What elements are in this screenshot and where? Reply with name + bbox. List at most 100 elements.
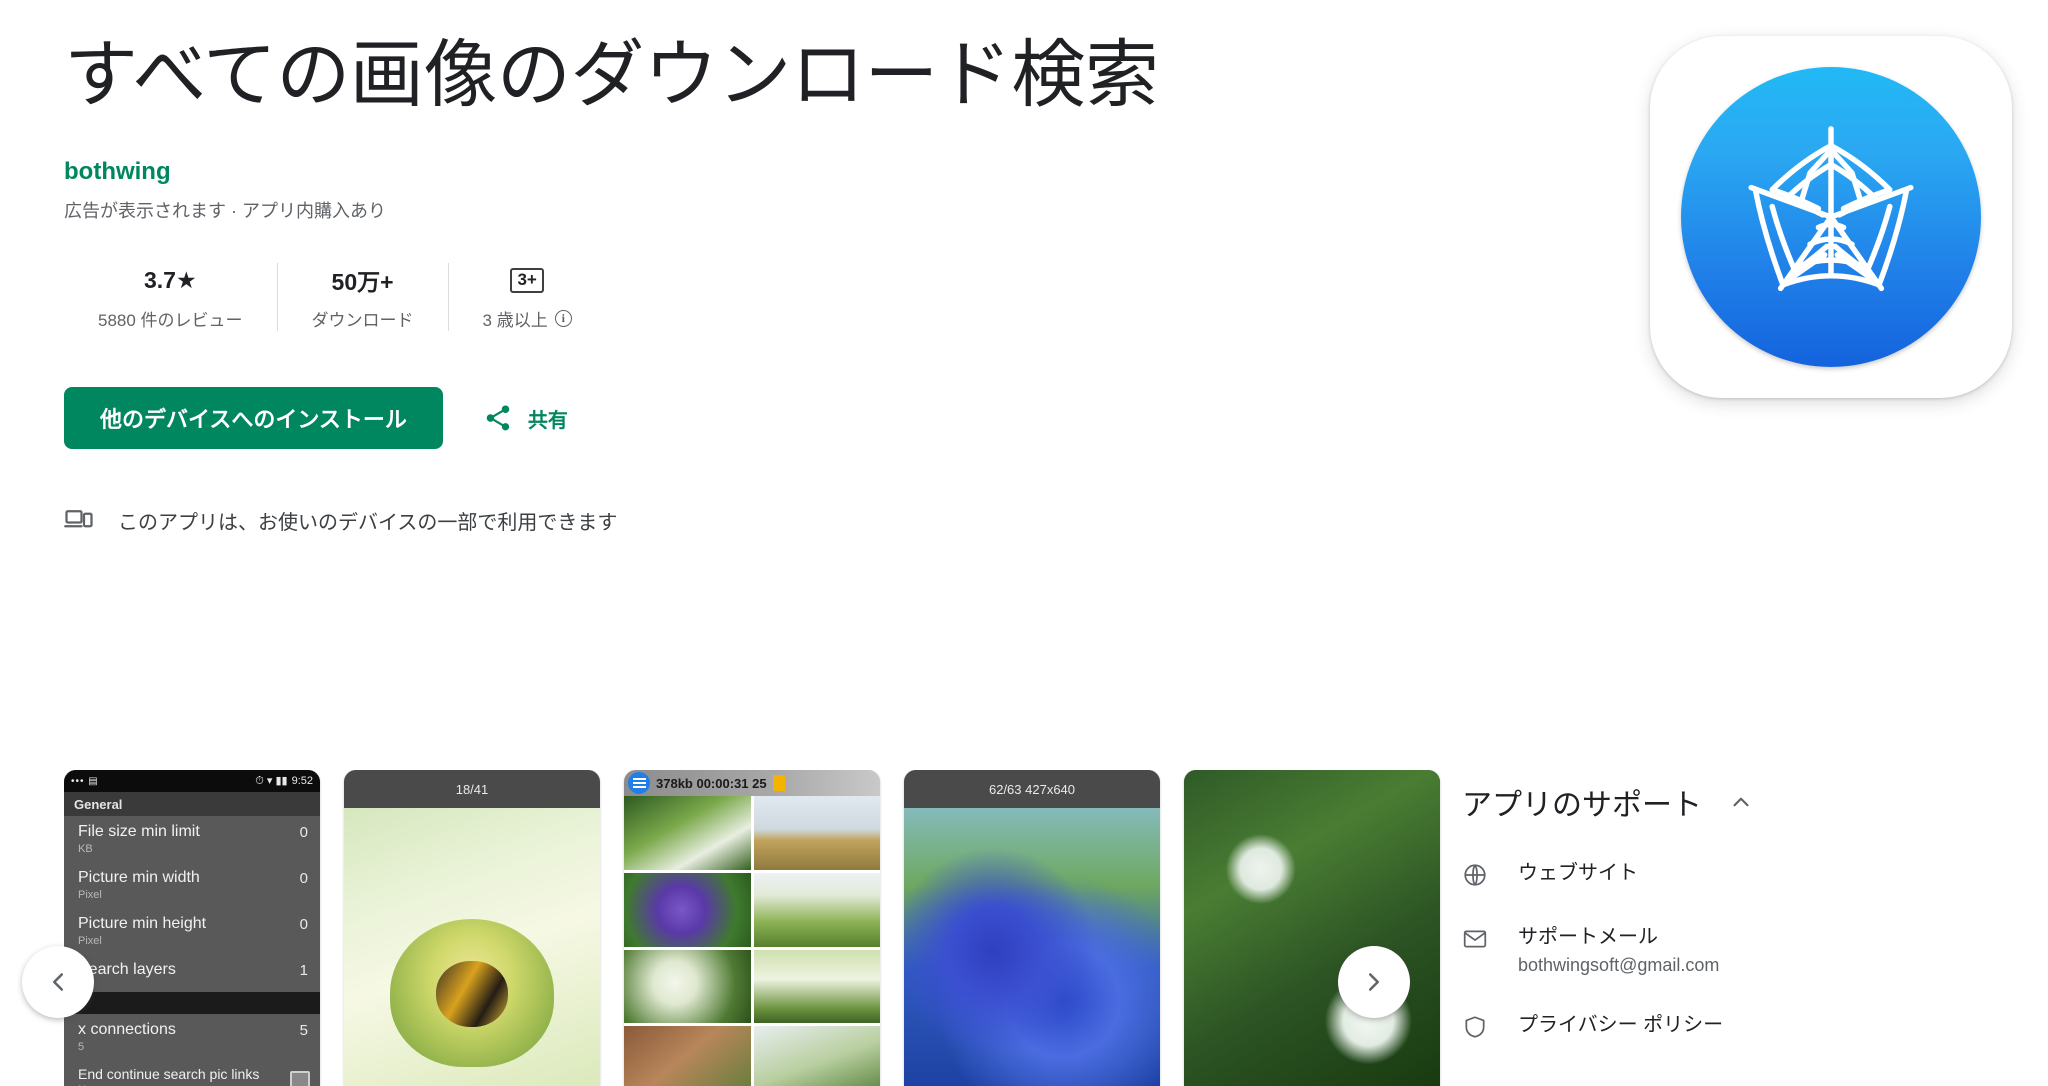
- setting-row-min-height[interactable]: Picture min height Pixel 0: [64, 908, 320, 954]
- screenshot-caption: 378kb 00:00:31 25: [656, 775, 767, 791]
- chevron-up-icon[interactable]: [1728, 789, 1754, 815]
- setting-value: 0: [299, 824, 308, 841]
- screenshot-thumb-white-flower[interactable]: [1184, 770, 1440, 1086]
- grid-cell: [624, 949, 751, 1024]
- setting-value: 1: [299, 962, 308, 979]
- android-status-bar: ••• ▤ ⏱ ▾ ▮▮ 9:52: [64, 770, 320, 792]
- grid-cell: [753, 872, 880, 947]
- support-heading: アプリのサポート: [1462, 789, 1702, 822]
- globe-icon: [1462, 862, 1488, 888]
- install-button[interactable]: 他のデバイスへのインストール: [64, 387, 443, 450]
- app-hero: すべての画像のダウンロード検索 bothwing 広告が表示されます · アプリ…: [0, 0, 2048, 700]
- share-button[interactable]: 共有: [483, 403, 568, 433]
- settings-divider-band: [64, 992, 320, 1014]
- setting-checkbox[interactable]: [290, 1071, 310, 1086]
- setting-title: Picture min height: [78, 915, 207, 932]
- support-item-privacy[interactable]: プライバシー ポリシー: [1462, 1012, 2002, 1040]
- content-rating-label: 3 歳以上: [482, 311, 548, 331]
- chevron-right-icon: [1359, 967, 1389, 997]
- setting-row-file-size[interactable]: File size min limit KB 0: [64, 816, 320, 862]
- support-label: プライバシー ポリシー: [1518, 1014, 1724, 1036]
- status-left-icons: ••• ▤: [71, 775, 99, 787]
- stat-downloads: 50万+ ダウンロード: [276, 263, 448, 332]
- setting-row-connections[interactable]: x connections 5 5: [64, 1014, 320, 1060]
- setting-value: 0: [299, 916, 308, 933]
- content-rating-badge-wrap: 3+: [510, 263, 544, 297]
- info-icon[interactable]: i: [554, 310, 572, 328]
- device-note-text: このアプリは、お使いのデバイスの一部で利用できます: [118, 511, 618, 534]
- support-item-website[interactable]: ウェブサイト: [1462, 860, 2002, 888]
- action-row: 他のデバイスへのインストール 共有: [64, 387, 1244, 450]
- setting-row-end-continue[interactable]: End continue search pic links No: [64, 1060, 320, 1086]
- downloads-label: ダウンロード: [311, 311, 414, 331]
- screenshot-caption: 62/63 427x640: [904, 770, 1160, 808]
- share-label: 共有: [527, 409, 568, 432]
- grid-cell: [753, 1026, 880, 1086]
- setting-title: Search layers: [78, 961, 176, 978]
- white-flower-photo: [1184, 770, 1440, 1086]
- hamburger-icon[interactable]: [628, 772, 650, 794]
- hydrangea-photo: [904, 770, 1160, 1086]
- app-stats: 3.7★ 5880 件のレビュー 50万+ ダウンロード 3+ 3 歳以上 i: [64, 263, 1244, 332]
- app-icon: [1650, 36, 2012, 398]
- screenshot-carousel[interactable]: ••• ▤ ⏱ ▾ ▮▮ 9:52 General File size min …: [64, 770, 1464, 1086]
- screenshot-thumb-hydrangea[interactable]: 62/63 427x640: [904, 770, 1160, 1086]
- setting-value: 0: [299, 870, 308, 887]
- setting-title: File size min limit: [78, 823, 200, 840]
- screenshot-thumb-grid[interactable]: 378kb 00:00:31 25: [624, 770, 880, 1086]
- device-availability-note: このアプリは、お使いのデバイスの一部で利用できます: [64, 505, 1244, 535]
- age-rating-badge: 3+: [510, 267, 544, 293]
- rating-label: 5880 件のレビュー: [98, 311, 243, 331]
- carousel-next-button[interactable]: [1338, 946, 1410, 1018]
- support-item-email[interactable]: サポートメール bothwingsoft@gmail.com: [1462, 924, 2002, 976]
- app-subtitle: 広告が表示されます · アプリ内購入あり: [64, 201, 386, 222]
- grid-cell: [624, 796, 751, 870]
- status-time: 9:52: [291, 775, 313, 787]
- stat-rating[interactable]: 3.7★ 5880 件のレビュー: [64, 263, 277, 331]
- app-header-info: すべての画像のダウンロード検索 bothwing 広告が表示されます · アプリ…: [64, 30, 1244, 535]
- play-store-app-page: すべての画像のダウンロード検索 bothwing 広告が表示されます · アプリ…: [0, 0, 2048, 1086]
- downloads-value: 50万+: [331, 269, 394, 296]
- setting-row-search-layers[interactable]: Search layers 1: [64, 954, 320, 992]
- screenshot-thumb-bee[interactable]: 18/41: [344, 770, 600, 1086]
- content-rating-row: 3 歳以上 i: [483, 306, 572, 331]
- stat-content-rating: 3+ 3 歳以上 i: [447, 263, 606, 332]
- setting-title: Picture min width: [78, 869, 200, 886]
- support-heading-row[interactable]: アプリのサポート: [1462, 780, 2002, 824]
- setting-value: 5: [299, 1022, 308, 1039]
- support-email-block: サポートメール bothwingsoft@gmail.com: [1518, 924, 1719, 976]
- progress-marker: [772, 775, 785, 791]
- grid-cell: [624, 872, 751, 947]
- share-icon: [483, 403, 513, 433]
- setting-sub: KB: [78, 842, 93, 855]
- setting-sub: 5: [78, 1040, 85, 1053]
- setting-sub: Pixel: [78, 888, 102, 901]
- settings-section-header: General: [64, 792, 320, 816]
- screenshot-caption-bar: 378kb 00:00:31 25: [624, 770, 880, 796]
- spider-web-icon: [1681, 67, 1981, 367]
- photo-grid: [624, 770, 880, 1086]
- devices-icon: [64, 505, 94, 535]
- app-support-section: アプリのサポート ウェブサイト サポートメール bothwingsoft@gma: [1462, 780, 2002, 1040]
- chevron-left-icon: [43, 967, 73, 997]
- support-label: サポートメール: [1518, 926, 1658, 948]
- email-icon: [1462, 926, 1488, 952]
- screenshot-thumb-settings[interactable]: ••• ▤ ⏱ ▾ ▮▮ 9:52 General File size min …: [64, 770, 320, 1086]
- page-title: すべての画像のダウンロード検索: [64, 33, 1159, 116]
- setting-title: x connections: [78, 1021, 176, 1038]
- setting-title: End continue search pic links: [78, 1066, 260, 1082]
- status-right-icons: ⏱ ▾ ▮▮ 9:52: [255, 775, 313, 787]
- screenshot-caption: 18/41: [344, 770, 600, 808]
- bee-photo: [344, 770, 600, 1086]
- grid-cell: [624, 1026, 751, 1086]
- grid-cell: [753, 796, 880, 870]
- setting-row-min-width[interactable]: Picture min width Pixel 0: [64, 862, 320, 908]
- carousel-prev-button[interactable]: [22, 946, 94, 1018]
- grid-cell: [753, 949, 880, 1024]
- rating-value: 3.7★: [143, 266, 197, 293]
- support-email-value: bothwingsoft@gmail.com: [1518, 955, 1720, 975]
- setting-sub: Pixel: [78, 934, 102, 947]
- shield-icon: [1462, 1014, 1488, 1040]
- support-label: ウェブサイト: [1518, 862, 1638, 884]
- developer-link[interactable]: bothwing: [64, 158, 171, 186]
